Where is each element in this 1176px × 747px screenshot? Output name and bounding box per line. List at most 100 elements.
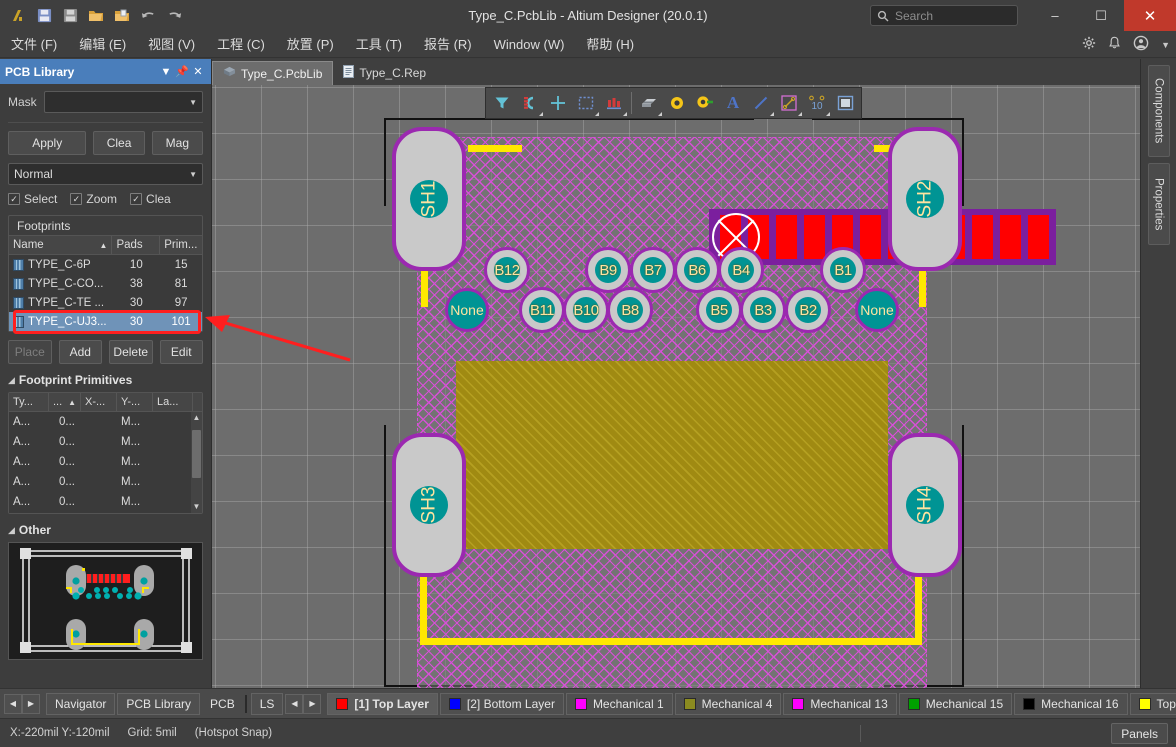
- shield-pad-sh1[interactable]: SH1: [392, 127, 466, 271]
- col-y[interactable]: Y-...: [117, 393, 153, 411]
- nav-prev-icon[interactable]: ◀: [4, 693, 22, 714]
- through-pad-b12[interactable]: B12: [484, 247, 530, 293]
- zoom-checkbox[interactable]: ✓: [70, 193, 83, 205]
- redo-icon[interactable]: [162, 4, 186, 28]
- smt-pad[interactable]: [804, 215, 825, 259]
- menu-tools[interactable]: 工具 (T): [345, 31, 413, 58]
- through-pad-b8[interactable]: B8: [607, 287, 653, 333]
- layer-next-icon[interactable]: ▶: [303, 693, 322, 714]
- scroll-up-icon[interactable]: ▲: [191, 412, 202, 424]
- smt-pad[interactable]: [860, 215, 881, 259]
- list-item[interactable]: A... 0... M...: [9, 432, 202, 452]
- filter-icon[interactable]: [488, 89, 516, 117]
- through-pad-b9[interactable]: B9: [585, 247, 631, 293]
- pcb-canvas[interactable]: SH1 SH2 SH3 SH4 B12 B9 B7 B6 B4 B1 B11 B…: [212, 85, 1140, 688]
- smt-pad[interactable]: [776, 215, 797, 259]
- via-icon[interactable]: [663, 89, 691, 117]
- layer-sets-button[interactable]: LS: [250, 692, 284, 715]
- layer-tab-mechanical-1[interactable]: Mechanical 1: [565, 692, 673, 715]
- col-type[interactable]: Ty...: [9, 393, 49, 411]
- layer-tab-bottom-layer[interactable]: [2] Bottom Layer: [439, 692, 564, 715]
- bell-icon[interactable]: [1108, 36, 1121, 53]
- scroll-down-icon[interactable]: ▼: [191, 501, 202, 513]
- save-icon[interactable]: [32, 4, 56, 28]
- through-pad-b7[interactable]: B7: [630, 247, 676, 293]
- tab-type-c-pcblib[interactable]: Type_C.PcbLib: [212, 61, 334, 85]
- select-checkbox[interactable]: ✓: [8, 193, 20, 205]
- add-button[interactable]: Add: [58, 340, 102, 364]
- npth-hole-right[interactable]: None: [855, 288, 899, 332]
- panels-button[interactable]: Panels: [1111, 723, 1168, 744]
- menu-window[interactable]: Window (W): [483, 31, 576, 58]
- npth-hole-left[interactable]: None: [445, 288, 489, 332]
- col-prims[interactable]: Prim...: [160, 236, 202, 254]
- minimize-button[interactable]: –: [1032, 0, 1078, 31]
- search-input[interactable]: Search: [870, 5, 1018, 26]
- smt-pad[interactable]: [1028, 215, 1049, 259]
- list-item[interactable]: A... 0... M...: [9, 452, 202, 472]
- layer-tab-mechanical-15[interactable]: Mechanical 15: [898, 692, 1013, 715]
- through-pad-b6[interactable]: B6: [674, 247, 720, 293]
- col-sort[interactable]: ... ▲: [49, 393, 81, 411]
- component-icon[interactable]: [635, 89, 663, 117]
- gear-icon[interactable]: [1082, 36, 1096, 53]
- menu-file[interactable]: 文件 (F): [0, 31, 68, 58]
- smt-pad[interactable]: [972, 215, 993, 259]
- dock-tab-components[interactable]: Components: [1147, 65, 1170, 157]
- close-icon[interactable]: ✕: [190, 65, 206, 78]
- dimension-icon[interactable]: [775, 89, 803, 117]
- through-pad-b5[interactable]: B5: [696, 287, 742, 333]
- dock-tab-properties[interactable]: Properties: [1147, 163, 1170, 245]
- col-name[interactable]: Name ▲: [9, 236, 113, 254]
- delete-button[interactable]: Delete: [109, 340, 153, 364]
- edit-button[interactable]: Edit: [159, 340, 203, 364]
- nav-next-icon[interactable]: ▶: [22, 693, 40, 714]
- chevron-down-icon[interactable]: ▼: [1161, 40, 1170, 50]
- clear-button[interactable]: Clea: [93, 131, 145, 155]
- smt-pad[interactable]: [1000, 215, 1021, 259]
- chevron-down-icon[interactable]: ▼: [158, 66, 174, 78]
- menu-view[interactable]: 视图 (V): [137, 31, 206, 58]
- polygon-icon[interactable]: [831, 89, 859, 117]
- align-icon[interactable]: [600, 89, 628, 117]
- open-icon[interactable]: [84, 4, 108, 28]
- current-layer-color-swatch[interactable]: [244, 694, 247, 713]
- col-pads[interactable]: Pads: [112, 236, 161, 254]
- through-pad-b1[interactable]: B1: [820, 247, 866, 293]
- layer-tab-mechanical-13[interactable]: Mechanical 13: [783, 692, 897, 715]
- list-item[interactable]: A... 0... M...: [9, 412, 202, 432]
- menu-edit[interactable]: 编辑 (E): [68, 31, 137, 58]
- layer-tab-mechanical-16[interactable]: Mechanical 16: [1014, 692, 1128, 715]
- menu-project[interactable]: 工程 (C): [206, 31, 276, 58]
- tab-type-c-rep[interactable]: Type_C.Rep: [333, 61, 436, 85]
- clear-existing-checkbox[interactable]: ✓: [130, 193, 143, 205]
- undo-icon[interactable]: [136, 4, 160, 28]
- menu-place[interactable]: 放置 (P): [276, 31, 345, 58]
- table-row[interactable]: TYPE_C-TE ... 30 97: [9, 293, 202, 312]
- list-item[interactable]: A... 0... M...: [9, 492, 202, 512]
- layer-tab-top-overlay[interactable]: Top Overlay: [1129, 692, 1176, 715]
- magnify-button[interactable]: Mag: [151, 131, 203, 155]
- col-layer[interactable]: La...: [153, 393, 193, 411]
- text-icon[interactable]: A: [719, 89, 747, 117]
- selection-region-icon[interactable]: [572, 89, 600, 117]
- pin-icon[interactable]: 📌: [174, 65, 190, 78]
- through-pad-b11[interactable]: B11: [519, 287, 565, 333]
- shield-pad-sh3[interactable]: SH3: [392, 433, 466, 577]
- tab-pcb-library[interactable]: PCB Library: [117, 692, 201, 715]
- shield-pad-sh2[interactable]: SH2: [888, 127, 962, 271]
- place-button[interactable]: Place: [8, 340, 52, 364]
- coordinate-icon[interactable]: 10: [803, 89, 831, 117]
- layer-tab-top-layer[interactable]: [1] Top Layer: [327, 692, 438, 715]
- apply-button[interactable]: Apply: [8, 131, 87, 155]
- through-pad-b3[interactable]: B3: [740, 287, 786, 333]
- layer-tab-mechanical-4[interactable]: Mechanical 4: [674, 692, 782, 715]
- save-all-icon[interactable]: [58, 4, 82, 28]
- table-row-selected[interactable]: TYPE_C-UJ3... 30 101: [9, 312, 202, 331]
- footprint-primitives-header[interactable]: ◢ Footprint Primitives: [8, 373, 203, 387]
- other-header[interactable]: ◢ Other: [8, 523, 203, 537]
- primitives-scrollbar[interactable]: ▲ ▼: [191, 412, 202, 513]
- scroll-thumb[interactable]: [192, 430, 201, 478]
- account-icon[interactable]: [1133, 35, 1149, 54]
- mode-select[interactable]: Normal ▼: [8, 163, 203, 185]
